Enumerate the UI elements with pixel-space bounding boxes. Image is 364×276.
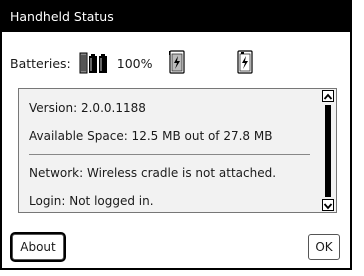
- divider: [29, 154, 310, 155]
- scroll-down-button[interactable]: [322, 199, 334, 211]
- login-text: Login: Not logged in.: [29, 194, 154, 208]
- chevron-down-icon: [323, 203, 333, 210]
- cradle-battery-icon: [235, 49, 255, 77]
- rechargeable-battery-icon: [167, 49, 187, 77]
- main-battery-icon: [79, 50, 111, 77]
- battery-percent: 100%: [116, 55, 153, 71]
- network-text: Network: Wireless cradle is not attached…: [29, 166, 277, 180]
- status-info-panel[interactable]: Version: 2.0.0.1188 Available Space: 12.…: [18, 88, 337, 213]
- available-space-text: Available Space: 12.5 MB out of 27.8 MB: [29, 129, 273, 143]
- ok-button[interactable]: OK: [308, 234, 340, 260]
- scroll-up-button[interactable]: [322, 90, 334, 102]
- scrollbar[interactable]: [321, 89, 336, 212]
- batteries-row: Batteries: 100%: [10, 48, 342, 78]
- chevron-up-icon: [323, 93, 333, 100]
- dialog-title: Handheld Status: [2, 2, 350, 32]
- handheld-status-dialog: Handheld Status Batteries: 100% Version:…: [0, 0, 352, 270]
- about-button[interactable]: About: [12, 234, 64, 260]
- version-text: Version: 2.0.0.1188: [29, 101, 146, 115]
- batteries-label: Batteries:: [10, 55, 71, 71]
- scroll-thumb[interactable]: [325, 105, 331, 197]
